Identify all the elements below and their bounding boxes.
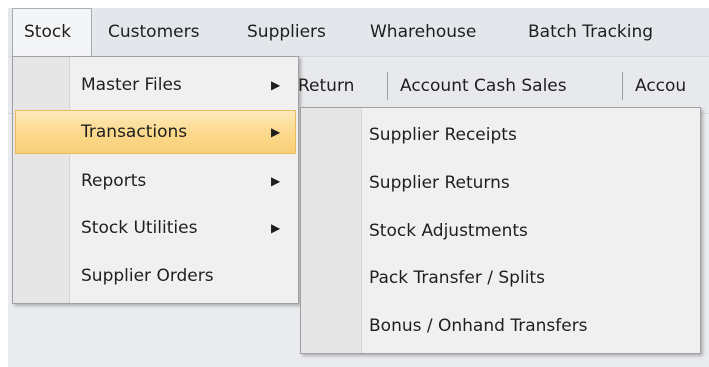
- stock-dropdown-menu: Master Files ▶ Transactions ▶ Reports ▶ …: [12, 56, 299, 304]
- menu-item-label: Supplier Orders: [81, 266, 214, 286]
- menu-batch-tracking[interactable]: Batch Tracking: [528, 8, 653, 56]
- submenu-arrow-icon: ▶: [271, 221, 281, 235]
- menu-customers[interactable]: Customers: [108, 8, 199, 56]
- menu-item-transactions[interactable]: Transactions ▶: [15, 110, 296, 154]
- menu-item-label: Stock Adjustments: [369, 221, 528, 241]
- menu-wharehouse[interactable]: Wharehouse: [370, 8, 476, 56]
- menu-suppliers[interactable]: Suppliers: [247, 8, 326, 56]
- transactions-submenu: Supplier Receipts Supplier Returns Stock…: [300, 107, 701, 354]
- toolbar-separator: [387, 72, 388, 100]
- menu-stock[interactable]: Stock: [12, 8, 92, 56]
- submenu-arrow-icon: ▶: [271, 78, 281, 92]
- menu-item-supplier-orders[interactable]: Supplier Orders: [15, 254, 296, 298]
- menu-item-label: Bonus / Onhand Transfers: [369, 316, 588, 336]
- menu-item-label: Transactions: [81, 122, 188, 142]
- menu-item-reports[interactable]: Reports ▶: [15, 159, 296, 203]
- menu-item-label: Master Files: [81, 75, 182, 95]
- submenu-arrow-icon: ▶: [271, 125, 281, 139]
- menu-item-label: Stock Utilities: [81, 218, 198, 238]
- menu-item-stock-adjustments[interactable]: Stock Adjustments: [303, 208, 698, 255]
- menu-item-supplier-receipts[interactable]: Supplier Receipts: [303, 112, 698, 159]
- submenu-arrow-icon: ▶: [271, 174, 281, 188]
- menu-bar: Stock Customers Suppliers Wharehouse Bat…: [8, 8, 709, 56]
- menu-item-label: Supplier Receipts: [369, 125, 517, 145]
- menu-item-supplier-returns[interactable]: Supplier Returns: [303, 160, 698, 207]
- menu-item-stock-utilities[interactable]: Stock Utilities ▶: [15, 206, 296, 250]
- menu-item-master-files[interactable]: Master Files ▶: [15, 63, 296, 107]
- menu-item-label: Pack Transfer / Splits: [369, 268, 545, 288]
- menu-item-label: Supplier Returns: [369, 173, 510, 193]
- menu-item-pack-transfer-splits[interactable]: Pack Transfer / Splits: [303, 255, 698, 302]
- menu-item-label: Reports: [81, 171, 147, 191]
- toolbar-separator: [622, 72, 623, 100]
- menu-item-bonus-onhand-transfers[interactable]: Bonus / Onhand Transfers: [303, 303, 698, 350]
